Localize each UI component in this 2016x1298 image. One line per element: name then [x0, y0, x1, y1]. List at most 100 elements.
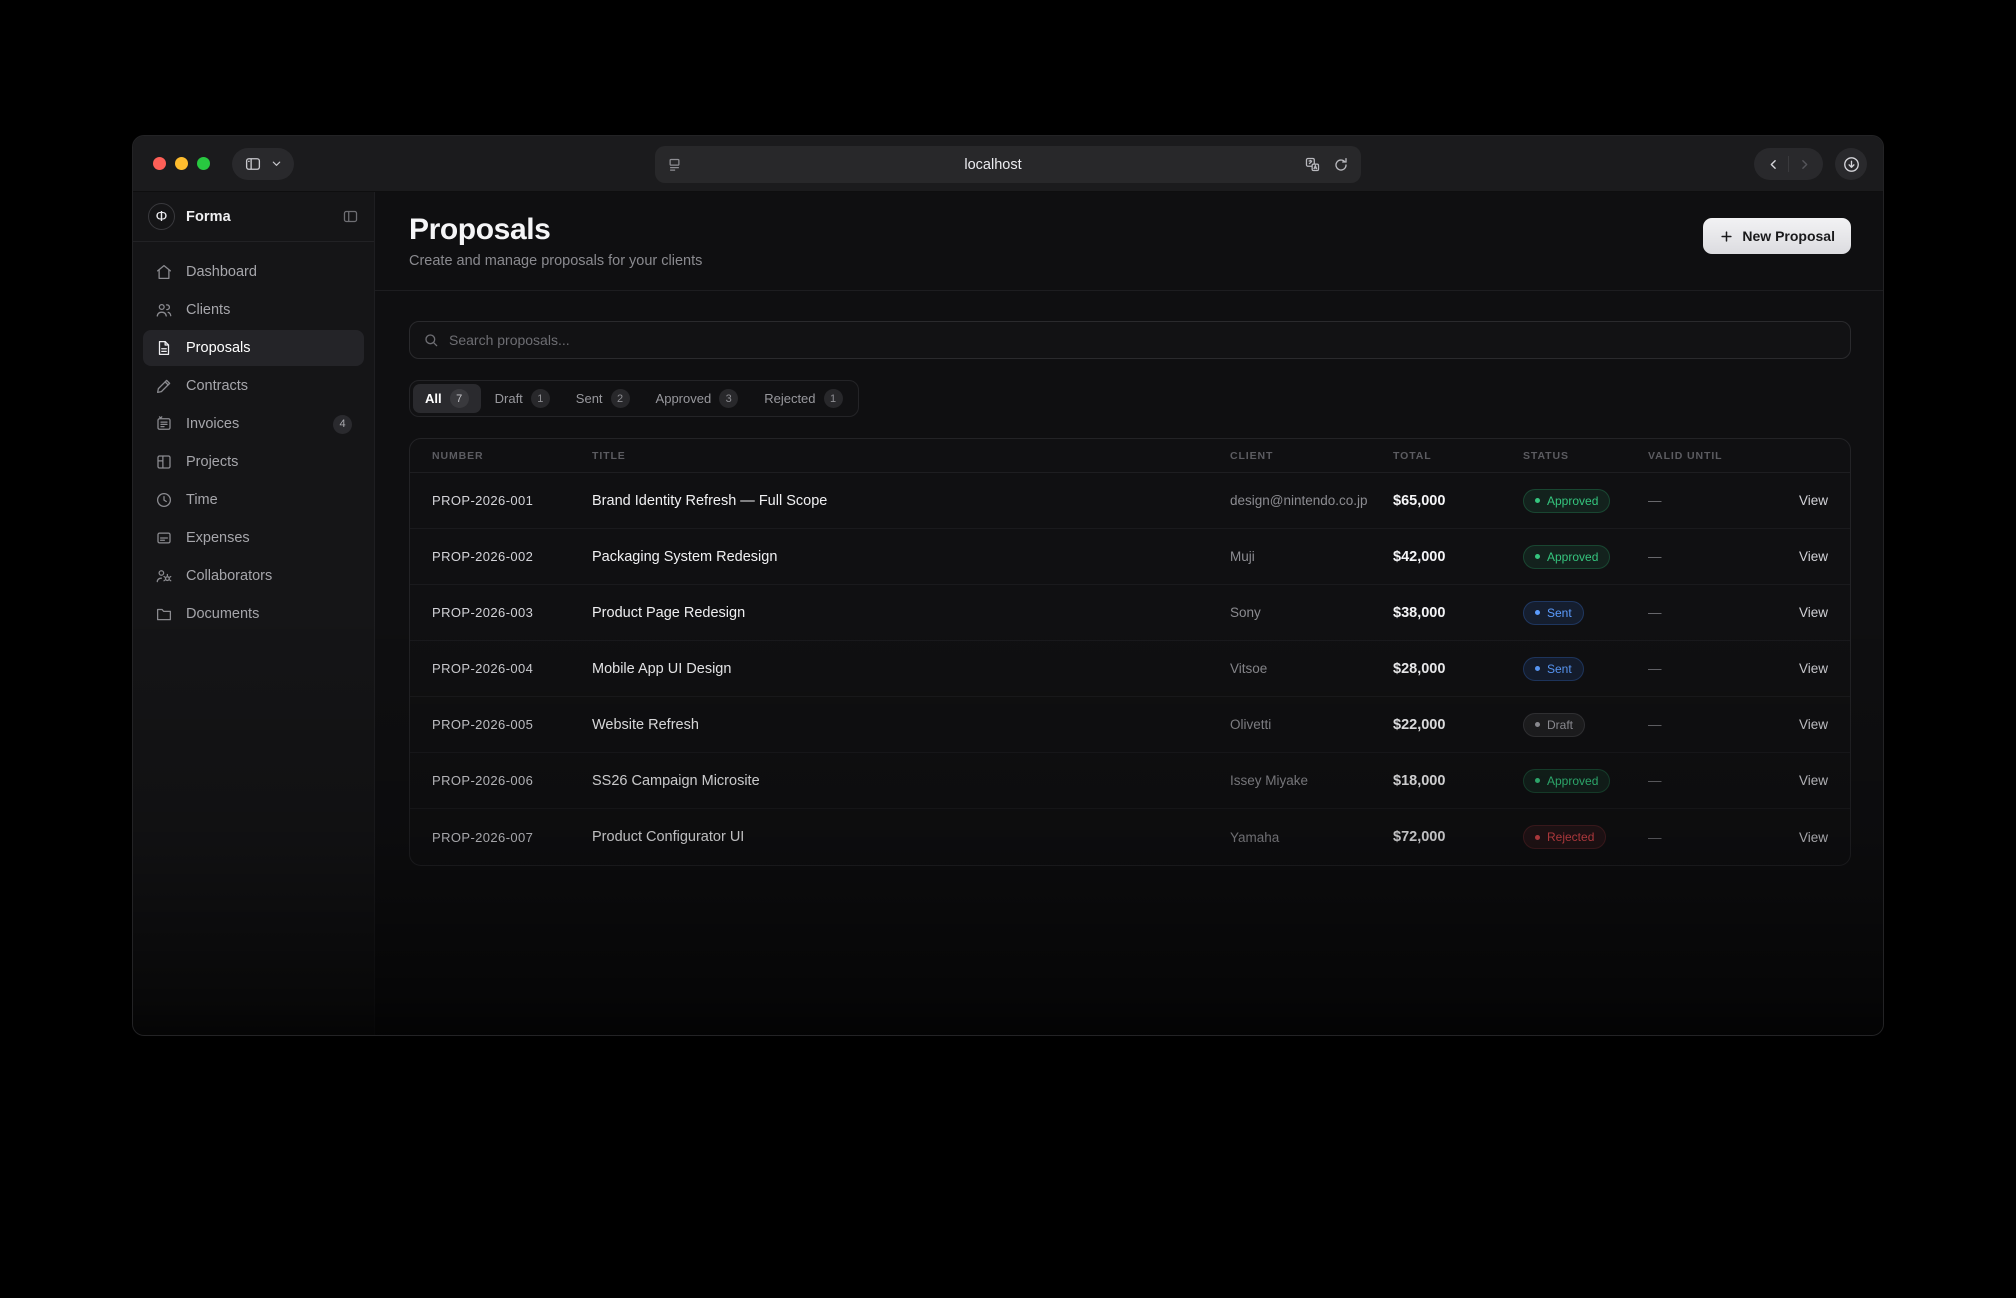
invoice-icon — [155, 415, 173, 433]
status-badge: Sent — [1523, 657, 1584, 681]
column-header: STATUS — [1501, 450, 1626, 462]
translate-icon[interactable] — [1304, 156, 1321, 173]
cell-client: Vitsoe — [1208, 661, 1371, 676]
status-dot-icon — [1535, 778, 1540, 783]
sidebar-collapse-button[interactable] — [342, 208, 359, 225]
page-settings-icon[interactable] — [667, 157, 682, 172]
status-badge: Approved — [1523, 489, 1610, 513]
close-window-button[interactable] — [153, 157, 166, 170]
column-header: CLIENT — [1208, 450, 1371, 462]
table-row[interactable]: PROP-2026-007 Product Configurator UI Ya… — [410, 809, 1850, 865]
cell-title: Packaging System Redesign — [570, 549, 1208, 565]
url-text: localhost — [682, 157, 1304, 173]
filter-tab-approved[interactable]: Approved 3 — [644, 384, 751, 413]
cell-total: $22,000 — [1371, 717, 1501, 733]
column-header: TITLE — [570, 450, 1208, 462]
cell-title: Brand Identity Refresh — Full Scope — [570, 493, 1208, 509]
cell-client: Sony — [1208, 605, 1371, 620]
filter-tab-rejected[interactable]: Rejected 1 — [752, 384, 854, 413]
cell-total: $18,000 — [1371, 773, 1501, 789]
column-header: NUMBER — [410, 450, 570, 462]
view-link[interactable]: View — [1799, 717, 1828, 732]
sidebar-item-contracts[interactable]: Contracts — [143, 368, 364, 404]
cell-client: Yamaha — [1208, 830, 1371, 845]
sidebar-item-documents[interactable]: Documents — [143, 596, 364, 632]
table-row[interactable]: PROP-2026-005 Website Refresh Olivetti $… — [410, 697, 1850, 753]
plus-icon — [1719, 229, 1734, 244]
cell-number: PROP-2026-004 — [410, 661, 570, 676]
cell-number: PROP-2026-007 — [410, 830, 570, 845]
filter-tab-draft[interactable]: Draft 1 — [483, 384, 562, 413]
cell-total: $72,000 — [1371, 829, 1501, 845]
cell-title: SS26 Campaign Microsite — [570, 773, 1208, 789]
status-badge: Approved — [1523, 769, 1610, 793]
sidebar-panel-icon — [244, 155, 262, 173]
status-dot-icon — [1535, 610, 1540, 615]
brand-logo: Φ — [148, 203, 175, 230]
cell-valid-until: — — [1626, 830, 1756, 845]
sidebar-item-proposals[interactable]: Proposals — [143, 330, 364, 366]
sidebar-item-projects[interactable]: Projects — [143, 444, 364, 480]
home-icon — [155, 263, 173, 281]
reload-button[interactable] — [1333, 157, 1349, 173]
view-link[interactable]: View — [1799, 830, 1828, 845]
new-proposal-button[interactable]: New Proposal — [1703, 218, 1851, 254]
sidebar-toggle-button[interactable] — [232, 148, 294, 180]
search-input[interactable] — [449, 332, 1837, 348]
cell-title: Mobile App UI Design — [570, 661, 1208, 677]
minimize-window-button[interactable] — [175, 157, 188, 170]
status-dot-icon — [1535, 666, 1540, 671]
cell-client: design@nintendo.co.jp — [1208, 493, 1371, 508]
tab-count-badge: 2 — [611, 389, 630, 408]
sidebar-item-expenses[interactable]: Expenses — [143, 520, 364, 556]
sidebar-item-clients[interactable]: Clients — [143, 292, 364, 328]
view-link[interactable]: View — [1799, 493, 1828, 508]
status-badge: Sent — [1523, 601, 1584, 625]
cell-total: $65,000 — [1371, 493, 1501, 509]
table-row[interactable]: PROP-2026-001 Brand Identity Refresh — F… — [410, 473, 1850, 529]
cell-number: PROP-2026-002 — [410, 549, 570, 564]
table-row[interactable]: PROP-2026-004 Mobile App UI Design Vitso… — [410, 641, 1850, 697]
proposals-table: NUMBERTITLECLIENTTOTALSTATUSVALID UNTIL … — [409, 438, 1851, 866]
cell-total: $42,000 — [1371, 549, 1501, 565]
cell-title: Product Page Redesign — [570, 605, 1208, 621]
column-header: VALID UNTIL — [1626, 450, 1756, 462]
cell-client: Muji — [1208, 549, 1371, 564]
download-button[interactable] — [1835, 148, 1867, 180]
status-badge: Approved — [1523, 545, 1610, 569]
zoom-window-button[interactable] — [197, 157, 210, 170]
cell-valid-until: — — [1626, 717, 1756, 732]
users-icon — [155, 301, 173, 319]
status-dot-icon — [1535, 835, 1540, 840]
filter-tab-sent[interactable]: Sent 2 — [564, 384, 642, 413]
cell-valid-until: — — [1626, 661, 1756, 676]
view-link[interactable]: View — [1799, 605, 1828, 620]
status-filter-tabs: All 7 Draft 1 Sent 2 Approved 3 Rejected… — [409, 380, 859, 417]
status-dot-icon — [1535, 554, 1540, 559]
sidebar-item-dashboard[interactable]: Dashboard — [143, 254, 364, 290]
cell-valid-until: — — [1626, 605, 1756, 620]
table-row[interactable]: PROP-2026-002 Packaging System Redesign … — [410, 529, 1850, 585]
view-link[interactable]: View — [1799, 773, 1828, 788]
table-row[interactable]: PROP-2026-006 SS26 Campaign Microsite Is… — [410, 753, 1850, 809]
back-button[interactable] — [1758, 150, 1788, 178]
cell-client: Issey Miyake — [1208, 773, 1371, 788]
sidebar-item-invoices[interactable]: Invoices 4 — [143, 406, 364, 442]
page-title: Proposals — [409, 213, 702, 247]
clock-icon — [155, 491, 173, 509]
cell-number: PROP-2026-001 — [410, 493, 570, 508]
view-link[interactable]: View — [1799, 661, 1828, 676]
cell-valid-until: — — [1626, 493, 1756, 508]
page-subtitle: Create and manage proposals for your cli… — [409, 253, 702, 269]
sidebar-item-time[interactable]: Time — [143, 482, 364, 518]
table-row[interactable]: PROP-2026-003 Product Page Redesign Sony… — [410, 585, 1850, 641]
document-icon — [155, 339, 173, 357]
history-nav — [1754, 148, 1823, 180]
url-bar[interactable]: localhost — [655, 146, 1361, 183]
search-bar — [409, 321, 1851, 359]
browser-window: localhost — [132, 135, 1884, 1036]
forward-button[interactable] — [1789, 150, 1819, 178]
sidebar-item-collaborators[interactable]: Collaborators — [143, 558, 364, 594]
view-link[interactable]: View — [1799, 549, 1828, 564]
filter-tab-all[interactable]: All 7 — [413, 384, 481, 413]
